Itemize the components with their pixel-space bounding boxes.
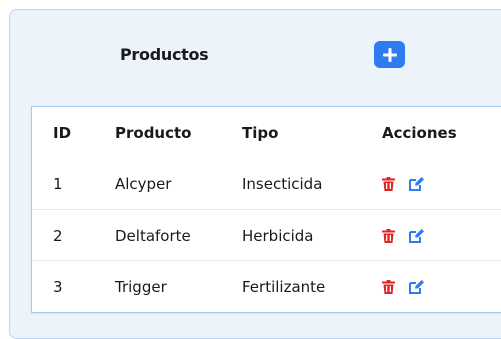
row-actions (382, 210, 424, 261)
row-tipo: Fertilizante (242, 277, 326, 296)
row-tipo: Insecticida (242, 174, 323, 193)
row-id: 3 (53, 277, 63, 296)
row-id: 2 (53, 226, 63, 245)
row-producto: Trigger (115, 277, 167, 296)
edit-icon[interactable] (409, 228, 424, 243)
row-actions (382, 158, 424, 209)
trash-icon[interactable] (382, 279, 395, 294)
trash-icon[interactable] (382, 176, 395, 191)
plus-icon (382, 47, 397, 62)
row-producto: Alcyper (115, 174, 172, 193)
products-table: ID Producto Tipo Acciones 1 Alcyper Inse… (31, 106, 501, 313)
column-header-id: ID (53, 123, 72, 142)
table-header-row: ID Producto Tipo Acciones (32, 107, 501, 158)
edit-icon[interactable] (409, 176, 424, 191)
row-tipo: Herbicida (242, 226, 314, 245)
table-row: 3 Trigger Fertilizante (32, 260, 501, 312)
page-title: Productos (120, 45, 209, 64)
table-row: 1 Alcyper Insecticida (32, 158, 501, 209)
row-producto: Deltaforte (115, 226, 191, 245)
row-actions (382, 261, 424, 312)
column-header-tipo: Tipo (242, 123, 279, 142)
add-product-button[interactable] (374, 41, 405, 68)
trash-icon[interactable] (382, 228, 395, 243)
row-id: 1 (53, 174, 63, 193)
column-header-producto: Producto (115, 123, 192, 142)
table-row: 2 Deltaforte Herbicida (32, 209, 501, 261)
edit-icon[interactable] (409, 279, 424, 294)
column-header-acciones: Acciones (382, 123, 457, 142)
